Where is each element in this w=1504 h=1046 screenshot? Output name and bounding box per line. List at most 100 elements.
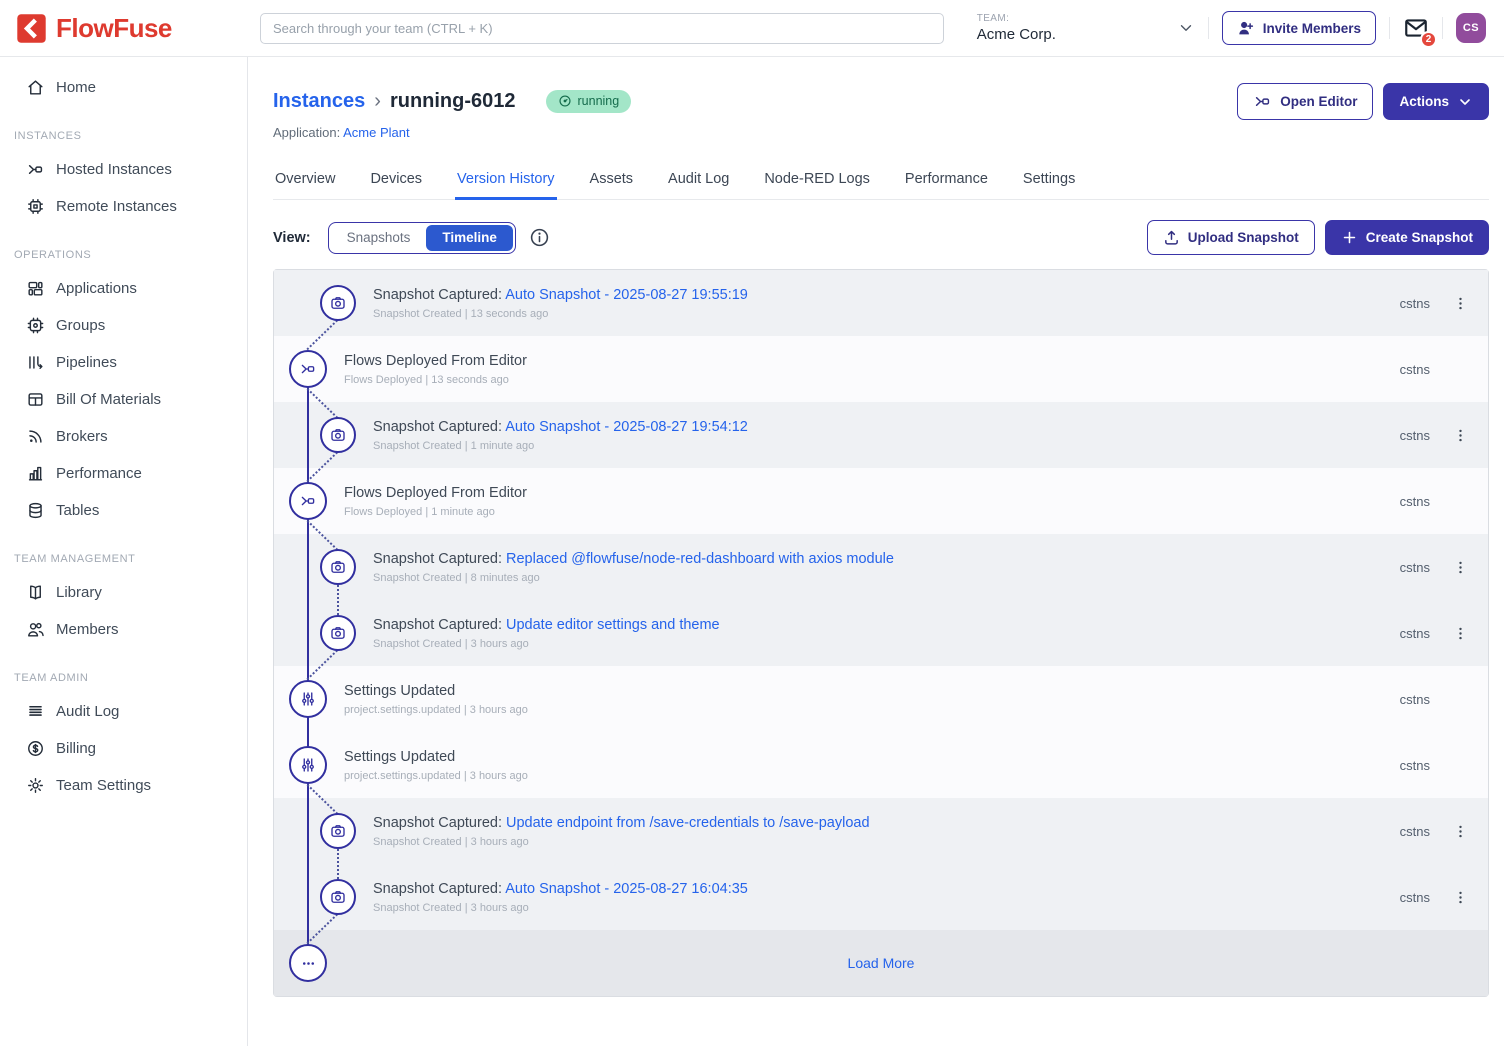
- timeline-row-meta: Snapshot Created | 3 hours ago: [373, 902, 748, 914]
- timeline-loadmore-row: Load More: [274, 930, 1488, 996]
- timeline-row-title: Snapshot Captured: Update endpoint from …: [373, 814, 870, 833]
- actions-label: Actions: [1399, 94, 1449, 109]
- camera-icon: [320, 417, 356, 453]
- snapshot-link[interactable]: Auto Snapshot - 2025-08-27 19:54:12: [505, 419, 748, 435]
- sidebar-item-remote-instances[interactable]: Remote Instances: [0, 188, 247, 225]
- performance-icon: [26, 464, 45, 483]
- main-content: Instances › running-6012 running Open Ed…: [248, 57, 1504, 1046]
- timeline-row-user: cstns: [1400, 626, 1430, 641]
- info-icon[interactable]: [529, 227, 550, 248]
- ellipsis-icon: [289, 944, 327, 982]
- timeline-row-meta: Snapshot Created | 3 hours ago: [373, 638, 720, 650]
- camera-icon: [320, 285, 356, 321]
- search-input[interactable]: [260, 13, 944, 44]
- sidebar-item-label: Audit Log: [56, 703, 119, 720]
- running-status-icon: [558, 94, 572, 108]
- tab-devices[interactable]: Devices: [368, 162, 424, 200]
- timeline-row-user: cstns: [1400, 560, 1430, 575]
- row-menu-button[interactable]: [1450, 821, 1471, 842]
- user-plus-icon: [1237, 19, 1255, 37]
- breadcrumb-instances-link[interactable]: Instances: [273, 90, 365, 113]
- team-name: Acme Corp.: [977, 26, 1056, 43]
- sidebar-item-groups[interactable]: Groups: [0, 307, 247, 344]
- timeline-row: Snapshot Captured: Replaced @flowfuse/no…: [274, 534, 1488, 600]
- row-menu-button[interactable]: [1450, 887, 1471, 908]
- tab-overview[interactable]: Overview: [273, 162, 337, 200]
- plus-icon: [1341, 229, 1358, 246]
- sidebar-item-hosted-instances[interactable]: Hosted Instances: [0, 151, 247, 188]
- kebab-icon: [1452, 823, 1469, 840]
- applications-icon: [26, 279, 45, 298]
- application-line: Application: Acme Plant: [273, 125, 1489, 140]
- tab-performance[interactable]: Performance: [903, 162, 990, 200]
- view-toggle-snapshots[interactable]: Snapshots: [331, 225, 427, 251]
- tab-audit-log[interactable]: Audit Log: [666, 162, 731, 200]
- gear-icon: [26, 776, 45, 795]
- snapshot-link[interactable]: Update editor settings and theme: [506, 617, 720, 633]
- sidebar-item-pipelines[interactable]: Pipelines: [0, 344, 247, 381]
- load-more-link[interactable]: Load More: [848, 955, 915, 971]
- sidebar-item-bill-of-materials[interactable]: Bill Of Materials: [0, 381, 247, 418]
- timeline-row: Settings Updated project.settings.update…: [274, 666, 1488, 732]
- camera-icon: [320, 615, 356, 651]
- team-selector[interactable]: TEAM: Acme Corp.: [977, 13, 1195, 43]
- library-icon: [26, 583, 45, 602]
- pipelines-icon: [26, 353, 45, 372]
- sidebar-item-members[interactable]: Members: [0, 611, 247, 648]
- upload-snapshot-button[interactable]: Upload Snapshot: [1147, 220, 1315, 255]
- sidebar-item-billing[interactable]: Billing: [0, 730, 247, 767]
- actions-button[interactable]: Actions: [1383, 83, 1489, 120]
- breadcrumb-separator: ›: [374, 90, 381, 113]
- kebab-icon: [1452, 559, 1469, 576]
- home-icon: [26, 78, 45, 97]
- timeline-row-meta: project.settings.updated | 3 hours ago: [344, 770, 528, 782]
- invite-members-label: Invite Members: [1263, 21, 1361, 36]
- breadcrumb: Instances › running-6012: [273, 90, 516, 113]
- create-snapshot-button[interactable]: Create Snapshot: [1325, 220, 1489, 255]
- sidebar-item-label: Tables: [56, 502, 99, 519]
- application-link[interactable]: Acme Plant: [343, 125, 409, 140]
- camera-icon: [320, 549, 356, 585]
- timeline-row-meta: Flows Deployed | 13 seconds ago: [344, 374, 527, 386]
- timeline-connector: [337, 585, 339, 615]
- bom-icon: [26, 390, 45, 409]
- kebab-icon: [1452, 889, 1469, 906]
- sidebar-item-performance[interactable]: Performance: [0, 455, 247, 492]
- sidebar: Home INSTANCES Hosted Instances Remote I…: [0, 57, 248, 1046]
- flowfuse-logo[interactable]: FlowFuse: [0, 13, 248, 44]
- snapshot-link[interactable]: Replaced @flowfuse/node-red-dashboard wi…: [506, 551, 894, 567]
- open-editor-button[interactable]: Open Editor: [1237, 83, 1373, 120]
- row-menu-button[interactable]: [1450, 623, 1471, 644]
- header-divider: [1442, 17, 1443, 39]
- user-avatar[interactable]: CS: [1456, 13, 1486, 43]
- row-menu-button[interactable]: [1450, 557, 1471, 578]
- open-editor-label: Open Editor: [1280, 94, 1357, 109]
- instance-name: running-6012: [390, 90, 516, 113]
- timeline-row-meta: Snapshot Created | 1 minute ago: [373, 440, 748, 452]
- view-label: View:: [273, 230, 311, 246]
- tab-assets[interactable]: Assets: [588, 162, 636, 200]
- tab-node-red-logs[interactable]: Node-RED Logs: [762, 162, 872, 200]
- editor-flow-icon: [1253, 92, 1272, 111]
- timeline-row-user: cstns: [1400, 890, 1430, 905]
- snapshot-link[interactable]: Auto Snapshot - 2025-08-27 19:55:19: [505, 287, 748, 303]
- invite-members-button[interactable]: Invite Members: [1222, 11, 1376, 45]
- sidebar-item-team-settings[interactable]: Team Settings: [0, 767, 247, 804]
- camera-icon: [320, 813, 356, 849]
- snapshot-link[interactable]: Auto Snapshot - 2025-08-27 16:04:35: [505, 881, 748, 897]
- tab-settings[interactable]: Settings: [1021, 162, 1077, 200]
- sidebar-item-library[interactable]: Library: [0, 574, 247, 611]
- view-toggle-timeline[interactable]: Timeline: [426, 225, 513, 251]
- sidebar-item-tables[interactable]: Tables: [0, 492, 247, 529]
- row-menu-button[interactable]: [1450, 425, 1471, 446]
- timeline-row-user: cstns: [1400, 758, 1430, 773]
- timeline-row: Flows Deployed From Editor Flows Deploye…: [274, 336, 1488, 402]
- notifications-button[interactable]: 2: [1403, 15, 1429, 41]
- row-menu-button[interactable]: [1450, 293, 1471, 314]
- snapshot-link[interactable]: Update endpoint from /save-credentials t…: [506, 815, 870, 831]
- tab-version-history[interactable]: Version History: [455, 162, 557, 200]
- sidebar-item-home[interactable]: Home: [0, 69, 247, 106]
- sidebar-item-audit-log[interactable]: Audit Log: [0, 693, 247, 730]
- sidebar-item-applications[interactable]: Applications: [0, 270, 247, 307]
- sidebar-item-brokers[interactable]: Brokers: [0, 418, 247, 455]
